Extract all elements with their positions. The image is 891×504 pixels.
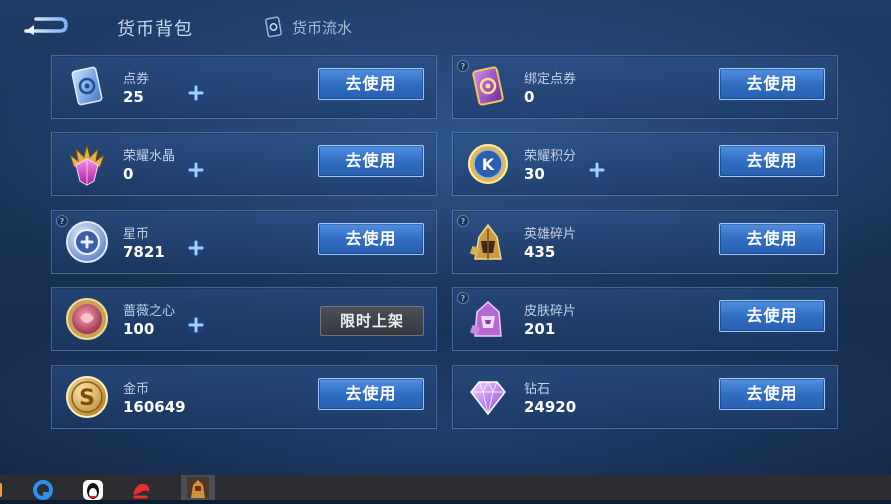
game-hero-icon[interactable] <box>181 475 215 500</box>
flow-card-icon <box>265 16 282 38</box>
use-button[interactable]: 去使用 <box>318 68 424 100</box>
back-button[interactable] <box>22 14 68 38</box>
use-button[interactable]: 去使用 <box>318 145 424 177</box>
limited-time-badge: 限时上架 <box>320 306 424 336</box>
currency-flow-label: 货币流水 <box>292 18 353 37</box>
currency-card: 钻石 24920 去使用 <box>452 365 838 429</box>
currency-card: ? 英雄碎片 435 去使用 <box>452 210 838 274</box>
taskbar <box>0 475 891 500</box>
currency-card: 荣耀水晶 0 去使用 <box>51 132 437 196</box>
currency-name: 钻石 <box>524 382 551 397</box>
use-button[interactable]: 去使用 <box>719 145 825 177</box>
currency-amount: 0 <box>123 165 134 183</box>
currency-card: ? 绑定点券 0 去使用 <box>452 55 838 119</box>
star-coin-icon <box>64 219 110 265</box>
diamond-icon <box>465 374 511 420</box>
bound-coupon-card-icon <box>465 64 511 110</box>
partial-app-icon[interactable] <box>0 479 18 500</box>
currency-card: S 金币 160649 去使用 <box>51 365 437 429</box>
currency-name: 蔷薇之心 <box>123 304 176 319</box>
qq-penguin-icon[interactable] <box>82 479 104 500</box>
currency-name: 金币 <box>123 382 150 397</box>
currency-amount: 0 <box>524 88 535 106</box>
currency-card: ? 星币 7821 去使用 <box>51 210 437 274</box>
currency-amount: 201 <box>524 320 556 338</box>
use-button[interactable]: 去使用 <box>719 378 825 410</box>
currency-amount: 24920 <box>524 398 577 416</box>
currency-amount: 100 <box>123 320 155 338</box>
currency-name: 英雄碎片 <box>524 227 577 242</box>
currency-backpack-screen: 货币背包 货币流水 点券 25 去使用 ? 绑定点券 0 去使用 荣耀水晶 0 去使用 … <box>0 0 891 475</box>
add-currency-button[interactable] <box>186 238 206 258</box>
currency-card: ? 皮肤碎片 201 去使用 <box>452 287 838 351</box>
currency-flow-tab[interactable]: 货币流水 <box>262 16 352 38</box>
back-arrow-icon <box>24 17 68 35</box>
use-button[interactable]: 去使用 <box>318 223 424 255</box>
currency-card: 蔷薇之心 100 限时上架 <box>51 287 437 351</box>
currency-amount: 7821 <box>123 243 165 261</box>
rose-heart-icon <box>64 296 110 342</box>
coupon-card-icon <box>64 64 110 110</box>
add-currency-button[interactable] <box>587 160 607 180</box>
glory-crystal-icon <box>64 141 110 187</box>
red-bird-icon[interactable] <box>130 479 152 500</box>
browser-icon[interactable] <box>32 479 54 500</box>
svg-text:K: K <box>482 155 495 174</box>
use-button[interactable]: 去使用 <box>719 223 825 255</box>
currency-amount: 160649 <box>123 398 186 416</box>
use-button[interactable]: 去使用 <box>318 378 424 410</box>
use-button[interactable]: 去使用 <box>719 300 825 332</box>
currency-name: 点券 <box>123 72 150 87</box>
currency-name: 绑定点券 <box>524 72 577 87</box>
currency-name: 荣耀水晶 <box>123 149 176 164</box>
skin-fragment-icon <box>465 296 511 342</box>
page-title: 货币背包 <box>117 19 193 40</box>
currency-name: 荣耀积分 <box>524 149 577 164</box>
hero-fragment-icon <box>465 219 511 265</box>
currency-amount: 435 <box>524 243 556 261</box>
currency-card: 点券 25 去使用 <box>51 55 437 119</box>
currency-name: 皮肤碎片 <box>524 304 577 319</box>
currency-name: 星币 <box>123 227 150 242</box>
currency-amount: 30 <box>524 165 545 183</box>
svg-text:S: S <box>79 386 95 411</box>
add-currency-button[interactable] <box>186 83 206 103</box>
glory-points-icon: K <box>465 141 511 187</box>
gold-coin-icon: S <box>64 374 110 420</box>
currency-amount: 25 <box>123 88 144 106</box>
currency-card: K 荣耀积分 30 去使用 <box>452 132 838 196</box>
add-currency-button[interactable] <box>186 160 206 180</box>
use-button[interactable]: 去使用 <box>719 68 825 100</box>
add-currency-button[interactable] <box>186 315 206 335</box>
